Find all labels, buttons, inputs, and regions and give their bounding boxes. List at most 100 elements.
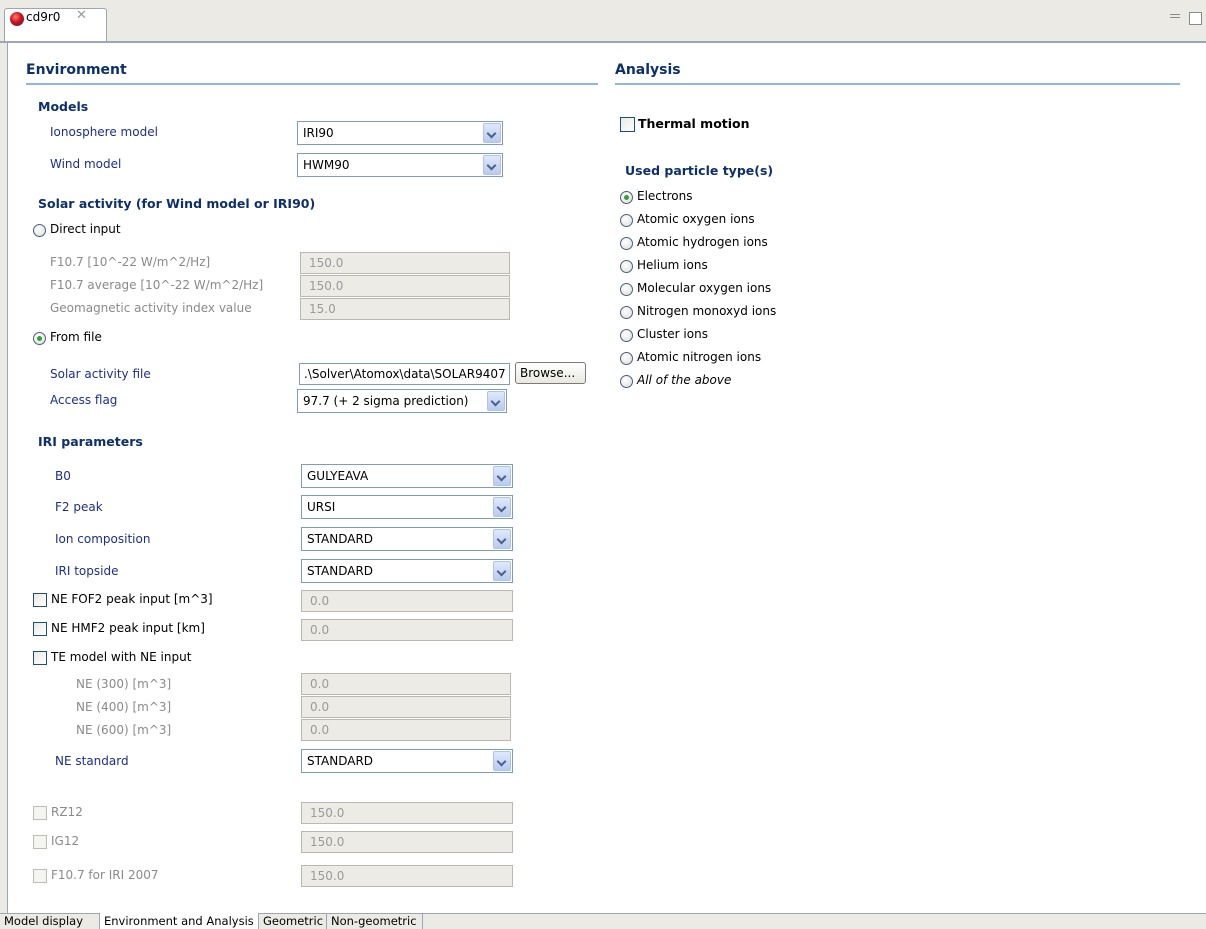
ion-composition-value: STANDARD [307, 532, 374, 546]
particle-label: Atomic hydrogen ions [637, 235, 768, 249]
particle-radio[interactable] [620, 191, 633, 204]
rz12-value: 150.0 [310, 806, 345, 820]
ne-fof2-checkbox[interactable] [33, 593, 47, 607]
ig12-value: 150.0 [310, 835, 345, 849]
ne-standard-value: STANDARD [307, 754, 374, 768]
chevron-down-icon[interactable] [487, 391, 505, 411]
rz12-checkbox[interactable] [33, 806, 47, 820]
particle-label: Nitrogen monoxyd ions [637, 304, 777, 318]
particle-radio[interactable] [620, 237, 633, 250]
chevron-down-icon[interactable] [483, 155, 501, 175]
f107-iri2007-value: 150.0 [310, 869, 345, 883]
browse-button[interactable]: Browse... [515, 362, 586, 384]
thermal-motion-label: Thermal motion [638, 116, 750, 131]
ne-standard-select[interactable]: STANDARD [301, 749, 513, 773]
wind-model-label: Wind model [50, 157, 122, 171]
chevron-down-icon[interactable] [493, 529, 511, 549]
particle-radio[interactable] [620, 352, 633, 365]
ne300-field[interactable]: 0.0 [301, 673, 511, 695]
f107-average-field[interactable]: 150.0 [300, 275, 510, 297]
chevron-down-icon[interactable] [483, 123, 501, 143]
rz12-field[interactable]: 150.0 [301, 802, 513, 824]
rz12-label: RZ12 [51, 805, 83, 819]
direct-input-label: Direct input [50, 222, 121, 236]
close-icon[interactable]: ✕ [76, 8, 87, 23]
particle-label: Molecular oxygen ions [637, 281, 772, 295]
te-model-checkbox[interactable] [33, 651, 47, 665]
particle-radio[interactable] [620, 306, 633, 319]
ne600-label: NE (600) [m^3] [76, 723, 172, 737]
solar-activity-file-label: Solar activity file [50, 367, 151, 381]
ne400-value: 0.0 [310, 700, 330, 714]
minimize-icon[interactable] [1170, 14, 1180, 18]
tab-non-geometric[interactable]: Non-geometric [327, 913, 423, 929]
ne600-value: 0.0 [310, 723, 330, 737]
access-flag-select[interactable]: 97.7 (+ 2 sigma prediction) [297, 389, 507, 413]
b0-label: B0 [55, 469, 71, 483]
f107-iri2007-checkbox[interactable] [33, 869, 47, 883]
editor-tab-strip [0, 0, 1206, 42]
ne-hmf2-field[interactable]: 0.0 [301, 619, 513, 641]
f107-value: 150.0 [309, 256, 344, 270]
chevron-down-icon[interactable] [493, 751, 511, 771]
access-flag-label: Access flag [50, 393, 118, 407]
particle-types-title: Used particle type(s) [625, 163, 774, 178]
ne400-label: NE (400) [m^3] [76, 700, 172, 714]
particle-label: Electrons [637, 189, 693, 203]
wind-model-select[interactable]: HWM90 [297, 153, 503, 177]
tab-model-display[interactable]: Model display [0, 913, 100, 929]
ion-composition-label: Ion composition [55, 532, 151, 546]
ionosphere-model-label: Ionosphere model [50, 125, 158, 139]
b0-value: GULYEAVA [307, 469, 369, 483]
geomagnetic-index-value: 15.0 [309, 302, 336, 316]
particle-radio[interactable] [620, 375, 633, 388]
wind-model-value: HWM90 [303, 158, 350, 172]
thermal-motion-checkbox[interactable] [620, 117, 635, 132]
models-title: Models [38, 99, 89, 114]
b0-select[interactable]: GULYEAVA [301, 464, 513, 488]
iri-topside-value: STANDARD [307, 564, 374, 578]
particle-label: Atomic oxygen ions [637, 212, 755, 226]
tab-environment-and-analysis[interactable]: Environment and Analysis [100, 913, 259, 929]
model-icon [10, 12, 24, 26]
ne-standard-label: NE standard [55, 754, 129, 768]
environment-rule [26, 83, 598, 85]
ion-composition-select[interactable]: STANDARD [301, 527, 513, 551]
tab-geometric[interactable]: Geometric [259, 913, 327, 929]
particle-radio[interactable] [620, 329, 633, 342]
left-frame-border [7, 43, 8, 913]
chevron-down-icon[interactable] [493, 497, 511, 517]
direct-input-radio[interactable] [33, 224, 46, 237]
from-file-radio[interactable] [33, 332, 46, 345]
ionosphere-model-select[interactable]: IRI90 [297, 121, 503, 145]
particle-radio[interactable] [620, 214, 633, 227]
particle-radio[interactable] [620, 260, 633, 273]
f107-label: F10.7 [10^-22 W/m^2/Hz] [50, 255, 211, 269]
f2-peak-select[interactable]: URSI [301, 495, 513, 519]
ig12-label: IG12 [51, 834, 80, 848]
geomagnetic-index-field[interactable]: 15.0 [300, 298, 510, 320]
iri-parameters-title: IRI parameters [38, 434, 143, 449]
chevron-down-icon[interactable] [493, 561, 511, 581]
browse-button-label: Browse... [520, 366, 576, 380]
particle-label: Helium ions [637, 258, 708, 272]
analysis-rule [615, 83, 1180, 85]
f2-peak-label: F2 peak [55, 500, 103, 514]
solar-activity-title: Solar activity (for Wind model or IRI90) [38, 196, 316, 211]
solar-activity-file-field[interactable]: .\Solver\Atomox\data\SOLAR9407 [299, 363, 510, 385]
ne-hmf2-checkbox[interactable] [33, 622, 47, 636]
particle-radio[interactable] [620, 283, 633, 296]
ne600-field[interactable]: 0.0 [301, 719, 511, 741]
iri-topside-select[interactable]: STANDARD [301, 559, 513, 583]
ne-fof2-field[interactable]: 0.0 [301, 590, 513, 612]
particle-label: Atomic nitrogen ions [637, 350, 762, 364]
maximize-icon[interactable] [1189, 12, 1202, 25]
iri-topside-label: IRI topside [55, 564, 119, 578]
chevron-down-icon[interactable] [493, 466, 511, 486]
ig12-checkbox[interactable] [33, 835, 47, 849]
f107-field[interactable]: 150.0 [300, 252, 510, 274]
ne400-field[interactable]: 0.0 [301, 696, 511, 718]
ig12-field[interactable]: 150.0 [301, 831, 513, 853]
f107-iri2007-field[interactable]: 150.0 [301, 865, 513, 887]
f107-average-label: F10.7 average [10^-22 W/m^2/Hz] [50, 278, 264, 292]
